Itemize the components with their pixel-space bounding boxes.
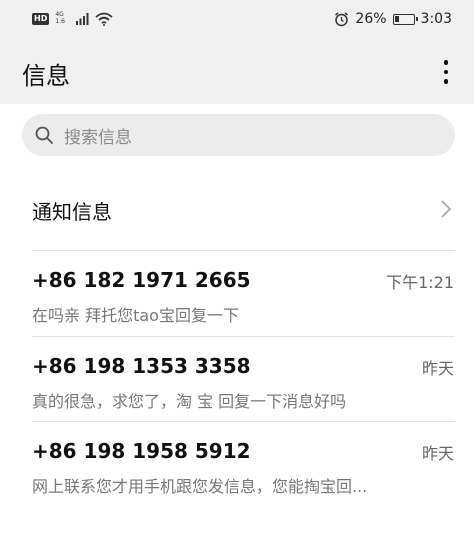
- more-options-button[interactable]: [434, 56, 458, 88]
- notifications-label: 通知信息: [32, 200, 112, 224]
- message-sender: +86 182 1971 2665: [32, 268, 251, 292]
- message-thread-item[interactable]: +86 198 1958 5912 昨天 网上联系您才用手机跟您发信息，您能掏宝…: [0, 421, 474, 505]
- battery-percent: 26%: [355, 11, 387, 27]
- message-time: 昨天: [421, 444, 454, 463]
- network-type-icon: 4G 1.6: [55, 11, 65, 25]
- message-preview: 网上联系您才用手机跟您发信息，您能掏宝回...: [32, 477, 368, 496]
- page-title: 信息: [22, 62, 70, 90]
- more-dot-icon: [443, 60, 449, 65]
- message-preview: 真的很急，求您了，淘 宝 回复一下消息好吗: [32, 392, 347, 411]
- notifications-row[interactable]: 通知信息: [0, 174, 474, 248]
- message-time: 昨天: [421, 359, 454, 378]
- message-sender: +86 198 1353 3358: [32, 354, 251, 378]
- search-placeholder: 搜索信息: [64, 127, 132, 148]
- wifi-icon: [95, 12, 113, 26]
- search-icon: [35, 126, 53, 144]
- more-dot-icon: [443, 79, 449, 84]
- battery-fill: [394, 15, 399, 22]
- hd-voice-icon: HD: [32, 13, 50, 25]
- chevron-right-icon: [441, 200, 452, 218]
- message-preview: 在吗亲 拜托您tao宝回复一下: [32, 306, 239, 325]
- battery-icon: [392, 13, 418, 25]
- signal-icon: [76, 13, 89, 25]
- alarm-clock-icon: [335, 11, 349, 26]
- status-bar: HD 4G 1.6 26% 3:03: [0, 0, 474, 38]
- more-dot-icon: [443, 69, 449, 75]
- status-time: 3:03: [420, 11, 452, 27]
- app-header: HD 4G 1.6 26% 3:03 信息: [0, 0, 474, 104]
- search-input[interactable]: 搜索信息: [22, 114, 455, 156]
- message-thread-item[interactable]: +86 198 1353 3358 昨天 真的很急，求您了，淘 宝 回复一下消息…: [0, 336, 474, 420]
- message-thread-item[interactable]: +86 182 1971 2665 下午1:21 在吗亲 拜托您tao宝回复一下: [0, 250, 474, 334]
- message-sender: +86 198 1958 5912: [32, 439, 251, 463]
- message-time: 下午1:21: [386, 273, 454, 292]
